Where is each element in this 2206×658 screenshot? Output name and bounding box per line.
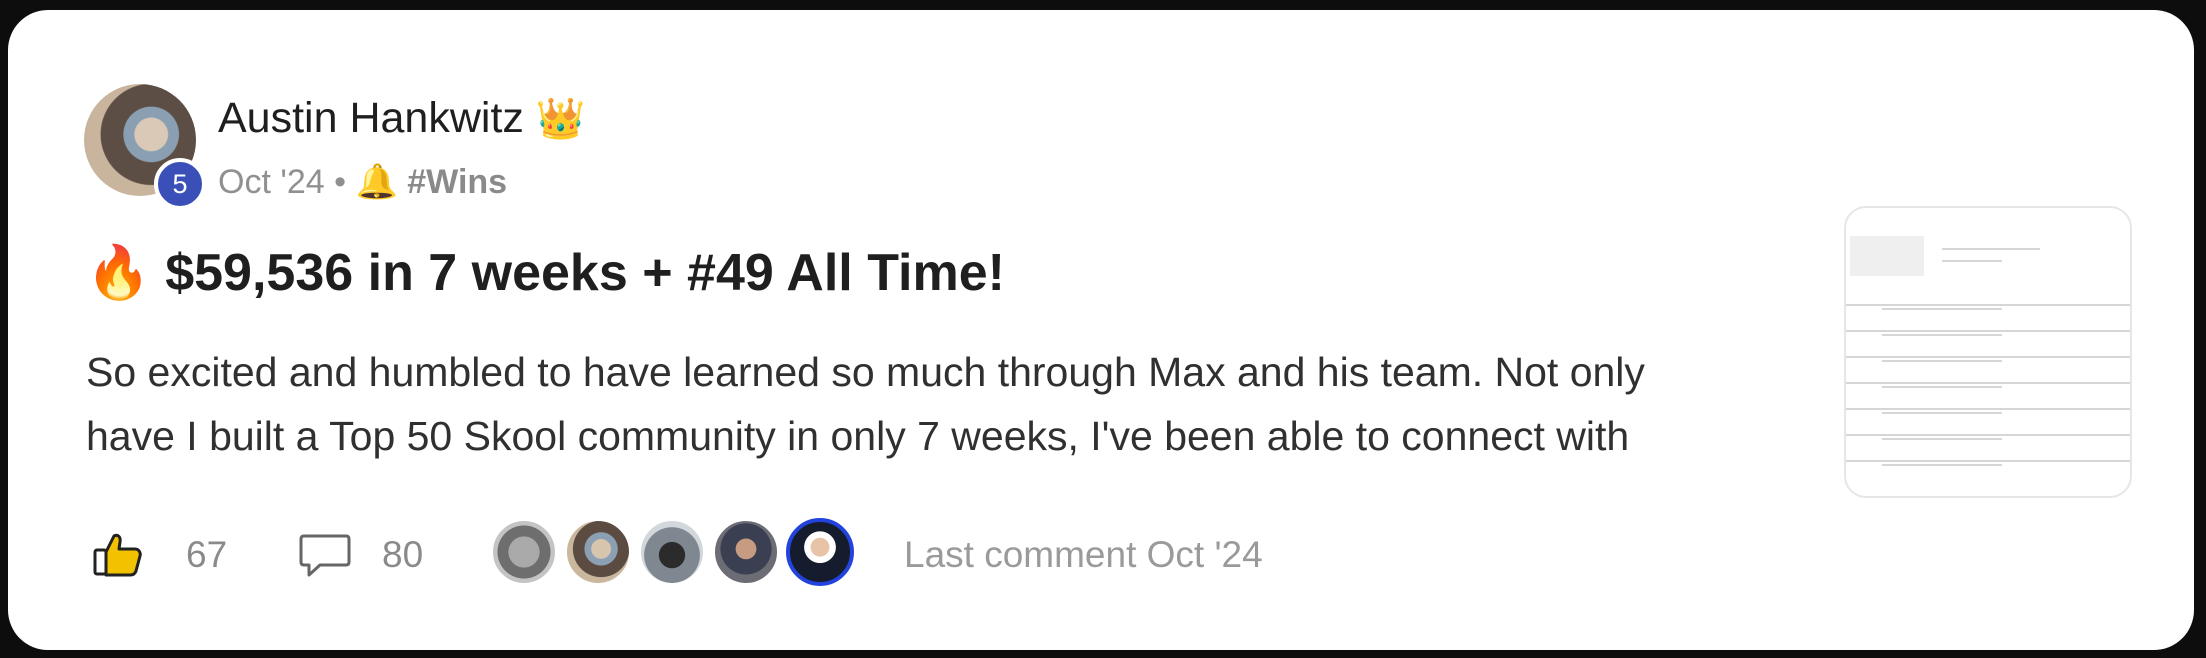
- thumbnail-text-line: [1942, 260, 2002, 262]
- commenter-avatar[interactable]: [490, 518, 558, 586]
- post-date: Oct '24: [218, 163, 325, 201]
- thumbnail-row: [1882, 386, 2002, 388]
- commenter-avatar[interactable]: [638, 518, 706, 586]
- thumbnail-divider: [1846, 356, 2130, 358]
- category-link[interactable]: #Wins: [407, 163, 507, 201]
- author-name[interactable]: Austin Hankwitz: [218, 94, 524, 142]
- commenter-avatar[interactable]: [564, 518, 632, 586]
- author-line: Austin Hankwitz 👑: [218, 94, 586, 143]
- commenter-avatar[interactable]: [786, 518, 854, 586]
- post-title-row[interactable]: 🔥 $59,536 in 7 weeks + #49 All Time!: [86, 242, 1005, 303]
- thumbnail-divider: [1846, 434, 2130, 436]
- commenter-avatar[interactable]: [712, 518, 780, 586]
- thumbnail-divider: [1846, 304, 2130, 306]
- thumbnail-row: [1882, 334, 2002, 336]
- thumbnail-divider: [1846, 408, 2130, 410]
- post-card[interactable]: 5 Austin Hankwitz 👑 Oct '24 • 🔔 #Wins 🔥 …: [8, 10, 2194, 650]
- fire-icon: 🔥: [86, 244, 151, 302]
- post-footer: 67 80 Last comment Oct '24: [92, 518, 1492, 590]
- thumbnail-row: [1882, 308, 2002, 310]
- thumbnail-row: [1882, 412, 2002, 414]
- thumbnail-divider: [1846, 460, 2130, 462]
- thumbnail-header-block: [1850, 236, 1924, 276]
- thumbnail-divider: [1846, 382, 2130, 384]
- thumbnail-row: [1882, 438, 2002, 440]
- thumbs-up-icon[interactable]: [92, 528, 144, 580]
- post-thumbnail[interactable]: [1844, 206, 2132, 498]
- last-comment-info: Last comment Oct '24: [904, 534, 1263, 575]
- thumbnail-row: [1882, 464, 2002, 466]
- bell-icon: 🔔: [355, 163, 398, 201]
- post-title: $59,536 in 7 weeks + #49 All Time!: [165, 244, 1005, 302]
- thumbnail-row: [1882, 360, 2002, 362]
- thumbnail-text-line: [1942, 248, 2040, 250]
- post-meta: Oct '24 • 🔔 #Wins: [218, 162, 507, 202]
- post-body[interactable]: So excited and humbled to have learned s…: [86, 340, 1806, 468]
- like-count: 67: [186, 534, 228, 575]
- level-badge: 5: [154, 158, 206, 210]
- meta-separator: •: [334, 163, 347, 201]
- post-body-line: So excited and humbled to have learned s…: [86, 349, 1645, 395]
- comment-count: 80: [382, 534, 424, 575]
- comment-icon[interactable]: [298, 532, 352, 580]
- crown-icon: 👑: [535, 97, 586, 141]
- thumbnail-divider: [1846, 330, 2130, 332]
- post-body-line: have I built a Top 50 Skool community in…: [86, 413, 1630, 459]
